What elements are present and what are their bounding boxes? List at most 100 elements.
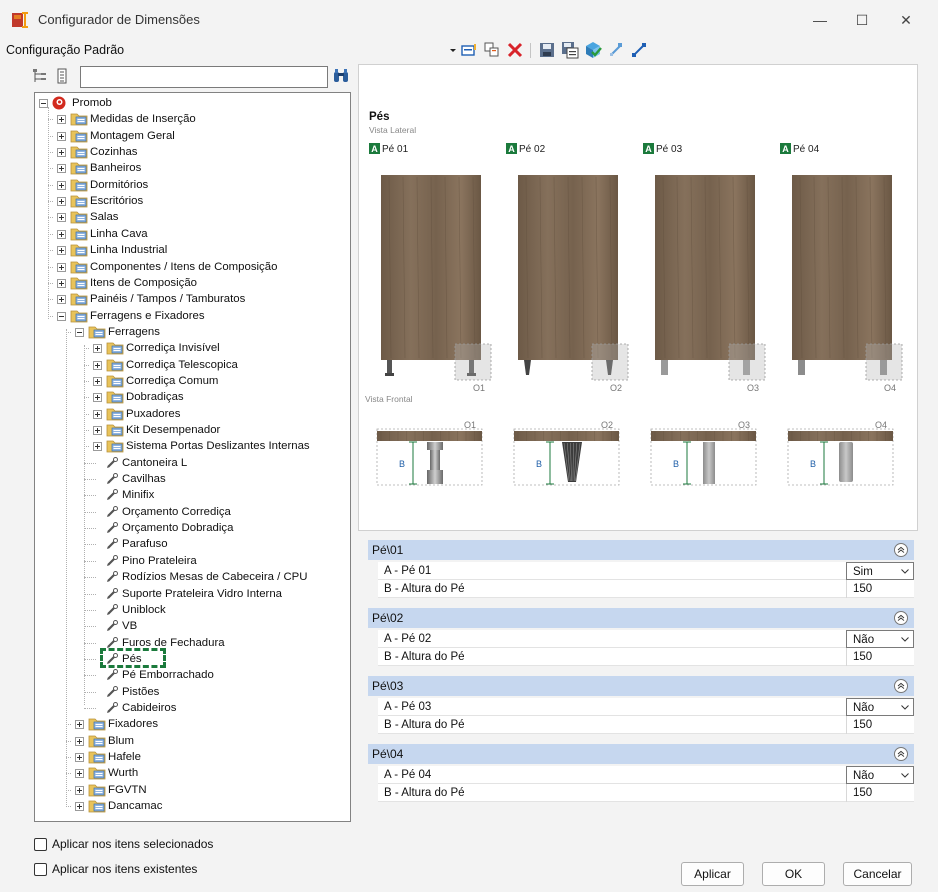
- expand-icon[interactable]: [57, 262, 66, 272]
- expand-icon[interactable]: [57, 131, 66, 141]
- tree-item-puxadores[interactable]: Puxadores: [35, 406, 350, 422]
- property-group-header[interactable]: Pé\02: [368, 608, 914, 628]
- tree-item-blum[interactable]: Blum: [35, 733, 350, 749]
- property-group-header[interactable]: Pé\01: [368, 540, 914, 560]
- tree-item-pino-prateleira[interactable]: Pino Prateleira: [35, 553, 350, 569]
- maximize-button[interactable]: ☐: [842, 6, 882, 34]
- tree-item-escritorios[interactable]: Escritórios: [35, 193, 350, 209]
- tree-item-parafuso[interactable]: Parafuso: [35, 536, 350, 552]
- tree-item-uniblock[interactable]: Uniblock: [35, 602, 350, 618]
- apply-selected-checkbox[interactable]: [34, 838, 47, 851]
- expand-icon[interactable]: [93, 409, 102, 419]
- collapse-icon[interactable]: [57, 311, 66, 321]
- close-button[interactable]: ✕: [886, 6, 926, 34]
- tree-item-linha-industrial[interactable]: Linha Industrial: [35, 242, 350, 258]
- collapse-group-icon[interactable]: [894, 611, 908, 625]
- tree-item-furos-de-fechadura[interactable]: Furos de Fechadura: [35, 635, 350, 651]
- expand-icon[interactable]: [57, 246, 66, 256]
- expand-icon[interactable]: [93, 376, 102, 386]
- collapse-group-icon[interactable]: [894, 679, 908, 693]
- expand-icon[interactable]: [93, 393, 102, 403]
- expand-icon[interactable]: [57, 213, 66, 223]
- tree-item-promob[interactable]: Promob: [35, 95, 350, 111]
- tree-item-cavilhas[interactable]: Cavilhas: [35, 471, 350, 487]
- tree-item-cozinhas[interactable]: Cozinhas: [35, 144, 350, 160]
- expand-icon[interactable]: [75, 736, 84, 746]
- expand-arrow-icon[interactable]: [630, 41, 648, 59]
- property-value-input[interactable]: 150: [846, 648, 914, 666]
- binoculars-icon[interactable]: [332, 68, 350, 84]
- chevron-down-icon[interactable]: [901, 705, 909, 710]
- tree-item-sistema-portas-deslizantes-internas[interactable]: Sistema Portas Deslizantes Internas: [35, 438, 350, 454]
- tree-item-corredica-comum[interactable]: Corrediça Comum: [35, 373, 350, 389]
- tree-search-input[interactable]: [80, 66, 328, 88]
- new-configuration-icon[interactable]: [460, 41, 478, 59]
- expand-icon[interactable]: [75, 785, 84, 795]
- dropdown-arrow-icon[interactable]: [449, 41, 457, 59]
- chevron-down-icon[interactable]: [901, 569, 909, 574]
- tree-item-minifix[interactable]: Minifix: [35, 487, 350, 503]
- apply-button[interactable]: Aplicar: [681, 862, 744, 886]
- list-view-icon[interactable]: [54, 68, 70, 84]
- tree-item-vb[interactable]: VB: [35, 618, 350, 634]
- expand-icon[interactable]: [57, 180, 66, 190]
- property-value-input[interactable]: 150: [846, 716, 914, 734]
- tree-item-dancamac[interactable]: Dancamac: [35, 798, 350, 814]
- tree-item-orcamento-corredica[interactable]: Orçamento Corrediça: [35, 504, 350, 520]
- copy-configuration-icon[interactable]: [483, 41, 501, 59]
- tree-item-ferragens-e-fixadores[interactable]: Ferragens e Fixadores: [35, 308, 350, 324]
- tree-item-corredica-telescopica[interactable]: Corrediça Telescopica: [35, 357, 350, 373]
- tree-item-dobradicas[interactable]: Dobradiças: [35, 389, 350, 405]
- collapse-group-icon[interactable]: [894, 543, 908, 557]
- property-group-header[interactable]: Pé\04: [368, 744, 914, 764]
- tree-item-hafele[interactable]: Hafele: [35, 749, 350, 765]
- ok-button[interactable]: OK: [762, 862, 825, 886]
- tree-view-icon[interactable]: [32, 68, 48, 84]
- expand-icon[interactable]: [57, 115, 66, 125]
- tree-item-paineis-tampos-tamburatos[interactable]: Painéis / Tampos / Tamburatos: [35, 291, 350, 307]
- tree-item-pistoes[interactable]: Pistões: [35, 684, 350, 700]
- tree-item-salas[interactable]: Salas: [35, 209, 350, 225]
- expand-icon[interactable]: [57, 295, 66, 305]
- collapse-icon[interactable]: [39, 99, 48, 108]
- apply-check-icon[interactable]: [584, 41, 602, 59]
- tree-item-orcamento-dobradica[interactable]: Orçamento Dobradiça: [35, 520, 350, 536]
- tree-item-medidas-de-insercao[interactable]: Medidas de Inserção: [35, 111, 350, 127]
- property-value-select[interactable]: Sim: [846, 562, 914, 580]
- tree-item-ferragens[interactable]: Ferragens: [35, 324, 350, 340]
- property-group-header[interactable]: Pé\03: [368, 676, 914, 696]
- expand-icon[interactable]: [93, 442, 102, 452]
- expand-icon[interactable]: [75, 802, 84, 812]
- tree-item-pes[interactable]: Pés: [35, 651, 350, 667]
- expand-icon[interactable]: [57, 164, 66, 174]
- tree-item-componentes-itens-de-composicao[interactable]: Componentes / Itens de Composição: [35, 259, 350, 275]
- tree-item-linha-cava[interactable]: Linha Cava: [35, 226, 350, 242]
- expand-icon[interactable]: [57, 278, 66, 288]
- tree-item-cantoneira-l[interactable]: Cantoneira L: [35, 455, 350, 471]
- expand-icon[interactable]: [57, 197, 66, 207]
- minimize-button[interactable]: —: [800, 6, 840, 34]
- cancel-button[interactable]: Cancelar: [843, 862, 912, 886]
- collapse-group-icon[interactable]: [894, 747, 908, 761]
- tree-item-banheiros[interactable]: Banheiros: [35, 160, 350, 176]
- expand-icon[interactable]: [57, 148, 66, 158]
- tree-item-wurth[interactable]: Wurth: [35, 765, 350, 781]
- property-value-input[interactable]: 150: [846, 784, 914, 802]
- delete-icon[interactable]: [506, 41, 524, 59]
- expand-icon[interactable]: [75, 769, 84, 779]
- tree-item-pe-emborrachado[interactable]: Pé Emborrachado: [35, 667, 350, 683]
- category-tree[interactable]: Promob Medidas de Inserção Montagem Geral C…: [34, 92, 351, 822]
- tree-item-itens-de-composicao[interactable]: Itens de Composição: [35, 275, 350, 291]
- property-value-select[interactable]: Não: [846, 630, 914, 648]
- tree-item-rodizios-mesas-de-cabeceira-cpu[interactable]: Rodízios Mesas de Cabeceira / CPU: [35, 569, 350, 585]
- tree-item-corredica-invisivel[interactable]: Corrediça Invisível: [35, 340, 350, 356]
- tree-item-fgvtn[interactable]: FGVTN: [35, 782, 350, 798]
- save-as-icon[interactable]: [561, 41, 579, 59]
- expand-icon[interactable]: [93, 344, 102, 354]
- expand-icon[interactable]: [75, 753, 84, 762]
- property-value-input[interactable]: 150: [846, 580, 914, 598]
- tree-item-dormitorios[interactable]: Dormitórios: [35, 177, 350, 193]
- collapse-arrow-icon[interactable]: [607, 41, 625, 59]
- property-value-select[interactable]: Não: [846, 698, 914, 716]
- apply-existing-checkbox[interactable]: [34, 863, 47, 876]
